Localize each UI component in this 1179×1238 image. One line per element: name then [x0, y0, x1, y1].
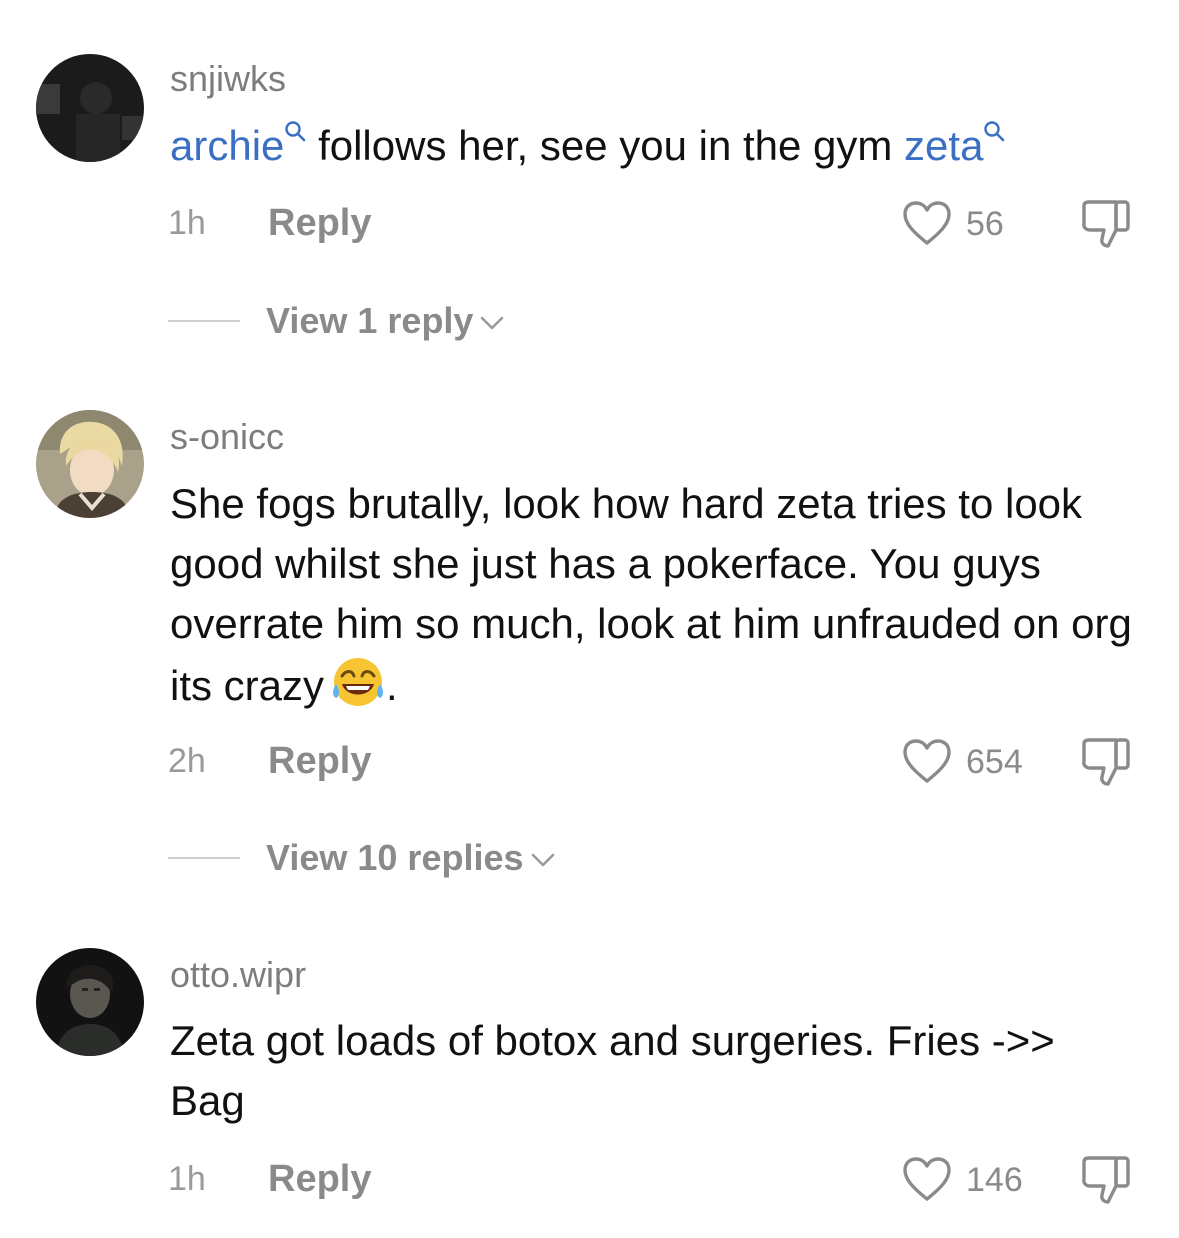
- reply-button[interactable]: Reply: [268, 1158, 371, 1201]
- comment-text-suffix: .: [386, 662, 398, 709]
- comment-text: archie follows her, see you in the gym z…: [170, 116, 1145, 176]
- face-with-tears-of-joy-icon: [333, 658, 384, 706]
- search-icon: [285, 121, 306, 142]
- username[interactable]: otto.wipr: [170, 954, 306, 996]
- dislike-icon[interactable]: [1080, 736, 1134, 788]
- comment-time: 1h: [168, 1160, 206, 1198]
- mention-link[interactable]: zeta: [904, 122, 983, 169]
- comment-text: Zeta got loads of botox and surgeries. F…: [170, 1017, 1055, 1124]
- like-count: 654: [966, 743, 1023, 781]
- reply-button[interactable]: Reply: [268, 740, 371, 783]
- view-replies-button[interactable]: View 1 reply: [266, 300, 505, 342]
- heart-icon[interactable]: [902, 738, 952, 784]
- view-replies-label: View 1 reply: [266, 300, 474, 341]
- chevron-down-icon: [531, 854, 554, 867]
- mention-link[interactable]: archie: [170, 122, 284, 169]
- divider: [168, 320, 240, 322]
- comment-text: She fogs brutally, look how hard zeta tr…: [170, 474, 1145, 716]
- like-count: 146: [966, 1161, 1023, 1199]
- like-count: 56: [966, 205, 1004, 243]
- comment-text-body: She fogs brutally, look how hard zeta tr…: [170, 480, 1132, 709]
- reply-button[interactable]: Reply: [268, 202, 371, 245]
- chevron-down-icon: [481, 317, 504, 330]
- username[interactable]: s-onicc: [170, 416, 284, 458]
- divider: [168, 857, 240, 859]
- comment-text-body: follows her, see you in the gym: [306, 122, 905, 169]
- comment-time: 2h: [168, 742, 206, 780]
- view-replies-label: View 10 replies: [266, 837, 524, 878]
- avatar[interactable]: [36, 948, 144, 1056]
- comment-time: 1h: [168, 204, 206, 242]
- avatar[interactable]: [36, 410, 144, 518]
- search-icon: [984, 121, 1005, 142]
- username[interactable]: snjiwks: [170, 58, 286, 100]
- view-replies-button[interactable]: View 10 replies: [266, 837, 556, 879]
- dislike-icon[interactable]: [1080, 1154, 1134, 1206]
- heart-icon[interactable]: [902, 1156, 952, 1202]
- dislike-icon[interactable]: [1080, 198, 1134, 250]
- avatar[interactable]: [36, 54, 144, 162]
- heart-icon[interactable]: [902, 200, 952, 246]
